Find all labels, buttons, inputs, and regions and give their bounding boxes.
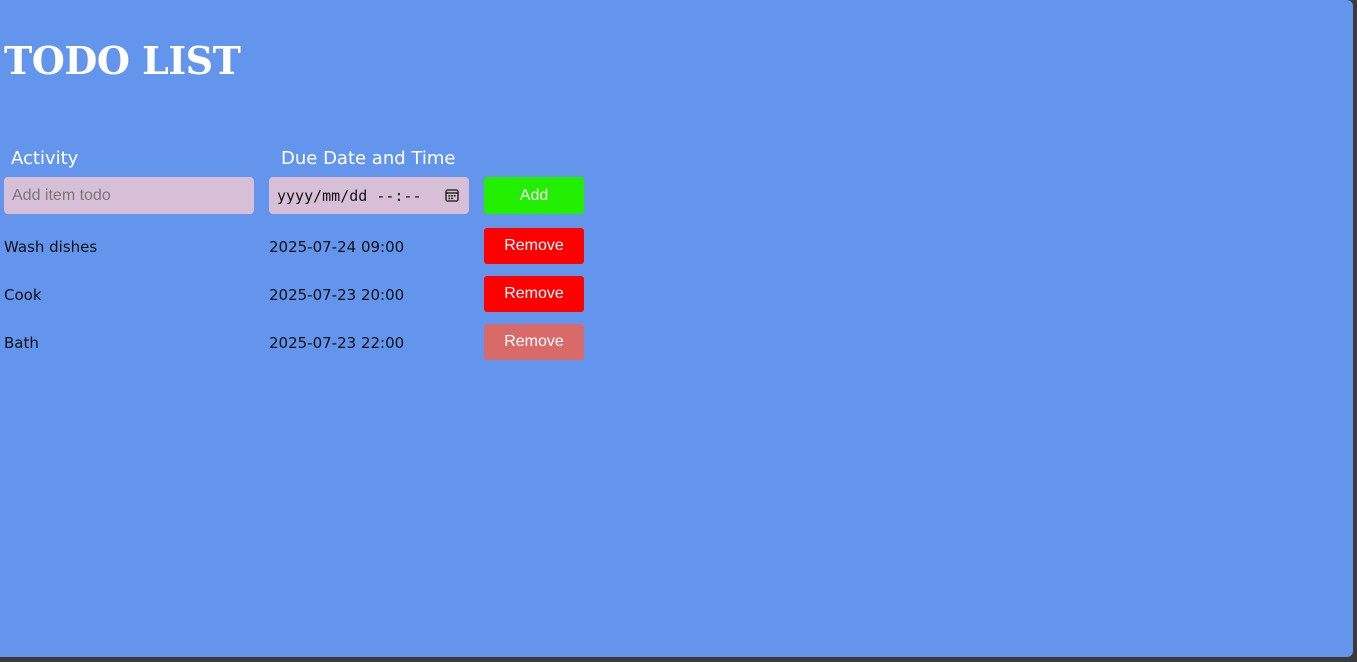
todo-due: 2025-07-23 22:00 <box>269 334 405 352</box>
activity-input[interactable] <box>4 177 254 214</box>
activity-column-header: Activity <box>11 148 79 169</box>
remove-button[interactable]: Remove <box>484 324 584 360</box>
due-datetime-placeholder: yyyy/mm/dd --:-- <box>277 186 422 205</box>
todo-activity: Wash dishes <box>4 238 98 256</box>
todo-due: 2025-07-23 20:00 <box>269 286 405 304</box>
add-button[interactable]: Add <box>484 177 584 214</box>
due-datetime-input[interactable]: yyyy/mm/dd --:-- <box>269 177 469 214</box>
remove-button[interactable]: Remove <box>484 228 584 264</box>
todo-due: 2025-07-24 09:00 <box>269 238 405 256</box>
calendar-icon[interactable] <box>445 188 459 202</box>
due-column-header: Due Date and Time <box>281 148 456 169</box>
todo-activity: Bath <box>4 334 39 352</box>
todo-activity: Cook <box>4 286 42 304</box>
todo-page: TODO LIST Activity Due Date and Time yyy… <box>0 0 1353 657</box>
page-title: TODO LIST <box>4 38 241 83</box>
remove-button[interactable]: Remove <box>484 276 584 312</box>
